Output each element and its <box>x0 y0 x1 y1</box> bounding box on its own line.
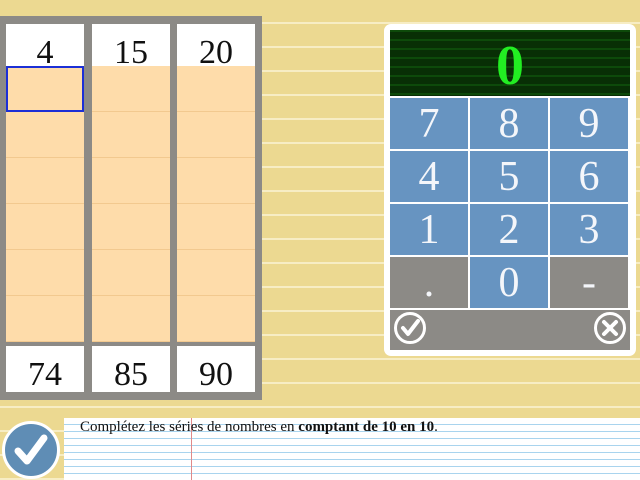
instruction-prefix: Complétez les séries de nombres en <box>80 419 299 435</box>
series-input-cell[interactable] <box>92 204 170 250</box>
numeric-keypad: 0 7 8 9 4 5 6 1 2 3 . 0 - <box>384 24 636 356</box>
series-end-cell: 90 <box>177 346 255 393</box>
series-input-cell[interactable] <box>177 250 255 296</box>
series-start-cell: 4 <box>6 24 84 71</box>
key-5[interactable]: 5 <box>470 151 548 202</box>
series-input-cell-selected[interactable] <box>6 66 84 112</box>
series-input-cell[interactable] <box>6 250 84 296</box>
series-input-cell[interactable] <box>92 158 170 204</box>
series-input-cell[interactable] <box>177 296 255 342</box>
keypad-ok-button[interactable] <box>394 312 426 344</box>
series-input-cell[interactable] <box>177 66 255 112</box>
instruction-text: Complétez les séries de nombres en compt… <box>80 418 438 436</box>
key-9[interactable]: 9 <box>550 98 628 149</box>
instruction-suffix: . <box>434 419 438 435</box>
series-input-cell[interactable] <box>177 158 255 204</box>
series-input-cell[interactable] <box>177 204 255 250</box>
check-icon <box>401 319 420 336</box>
series-input-cell[interactable] <box>92 112 170 158</box>
series-column-1: 4 74 <box>6 16 84 400</box>
instruction-emphasis: comptant de 10 en 10 <box>298 419 435 435</box>
validate-button[interactable] <box>2 421 60 479</box>
series-end-cell: 85 <box>92 346 170 393</box>
key-8[interactable]: 8 <box>470 98 548 149</box>
series-input-cell[interactable] <box>177 112 255 158</box>
key-6[interactable]: 6 <box>550 151 628 202</box>
series-input-cell[interactable] <box>92 66 170 112</box>
series-input-cell[interactable] <box>6 112 84 158</box>
series-start-cell: 20 <box>177 24 255 71</box>
instruction-panel: Complétez les séries de nombres en compt… <box>64 418 640 480</box>
series-input-cell[interactable] <box>92 250 170 296</box>
keypad-action-bar <box>390 310 630 350</box>
series-column-3: 20 90 <box>177 16 255 400</box>
key-3[interactable]: 3 <box>550 204 628 255</box>
key-minus[interactable]: - <box>550 257 628 308</box>
series-input-cell[interactable] <box>6 158 84 204</box>
keypad-cancel-button[interactable] <box>594 312 626 344</box>
series-input-cell[interactable] <box>6 204 84 250</box>
series-end-cell: 74 <box>6 346 84 393</box>
series-input-cell[interactable] <box>6 296 84 342</box>
series-input-cell[interactable] <box>92 296 170 342</box>
check-icon <box>14 434 48 465</box>
close-icon <box>602 320 618 336</box>
number-series-grid: 4 74 15 85 20 90 <box>0 16 262 400</box>
series-start-cell: 15 <box>92 24 170 71</box>
key-2[interactable]: 2 <box>470 204 548 255</box>
series-column-2: 15 85 <box>92 16 170 400</box>
keypad-display: 0 <box>390 30 630 97</box>
key-decimal[interactable]: . <box>390 257 468 308</box>
key-7[interactable]: 7 <box>390 98 468 149</box>
key-1[interactable]: 1 <box>390 204 468 255</box>
key-4[interactable]: 4 <box>390 151 468 202</box>
key-0[interactable]: 0 <box>470 257 548 308</box>
